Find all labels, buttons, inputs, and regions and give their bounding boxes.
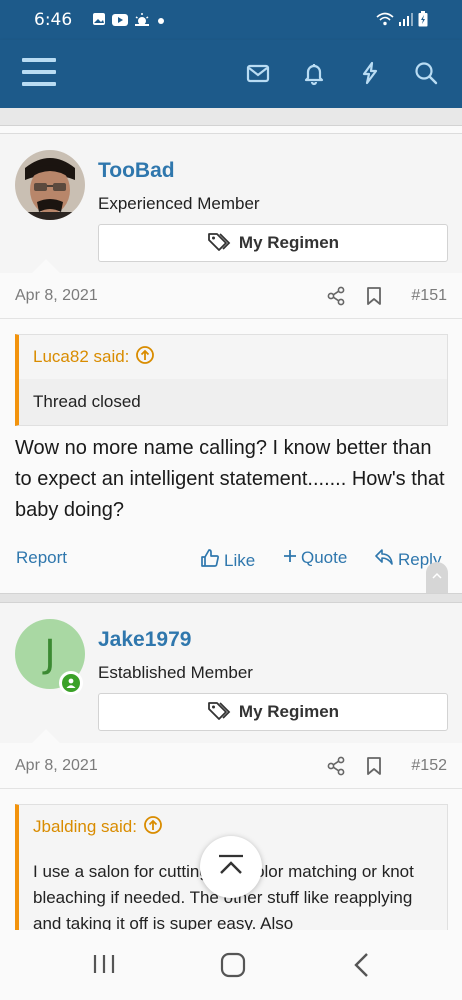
quote-button[interactable]: Quote [283,548,347,568]
username[interactable]: Jake1979 [98,628,191,652]
menu-icon[interactable] [22,58,56,88]
user-arrow [32,729,60,743]
quote-author[interactable]: Jbalding said: [33,817,137,837]
tags-icon [207,231,231,256]
share-icon[interactable] [327,286,345,311]
dot-icon [156,13,166,31]
post-divider [0,593,462,603]
app-screen: 6:46 TooBad Experienced Member My Regime… [0,0,462,1000]
avatar[interactable]: J [15,619,85,695]
avatar[interactable] [15,150,85,220]
quote-text: Thread closed [19,379,447,425]
youtube-icon [112,13,128,31]
post-actions: Report Like Quote Reply [0,540,462,580]
user-arrow [32,259,60,273]
home-icon[interactable] [220,952,246,983]
post-number[interactable]: #152 [411,757,447,775]
expand-quote-icon[interactable] [135,345,155,370]
status-system-icons [376,11,428,32]
gallery-icon [92,12,106,31]
quote-header[interactable]: Luca82 said: [19,335,447,379]
online-status-icon [59,671,83,695]
reply-icon [374,548,394,571]
like-button[interactable]: Like [200,548,255,573]
report-link[interactable]: Report [16,548,67,568]
weather-icon [134,12,150,31]
username[interactable]: TooBad [98,159,175,183]
bell-icon[interactable] [301,60,327,86]
my-regimen-button[interactable]: My Regimen [98,693,448,731]
like-label: Like [224,550,256,570]
post-user-block: J Jake1979 Established Member My Regimen [0,603,462,743]
top-toolbar [0,40,462,108]
quote-author[interactable]: Luca82 said: [33,347,129,367]
bookmark-icon[interactable] [366,756,382,781]
post-user-block: TooBad Experienced Member My Regimen [0,133,462,273]
search-icon[interactable] [413,60,439,86]
thread-content[interactable]: TooBad Experienced Member My Regimen Apr… [0,108,462,930]
my-regimen-label: My Regimen [238,233,340,252]
wifi-icon [376,12,394,31]
post-meta: Apr 8, 2021 #151 [0,273,462,319]
signal-icon [399,12,413,31]
post-date[interactable]: Apr 8, 2021 [15,757,98,775]
scroll-to-top-button[interactable] [200,836,262,898]
post-meta: Apr 8, 2021 #152 [0,743,462,789]
bookmark-icon[interactable] [366,286,382,311]
bolt-icon[interactable] [357,60,383,86]
plus-icon [283,548,297,568]
system-navigation-bar [0,930,462,1000]
my-regimen-label: My Regimen [238,702,340,721]
status-time: 6:46 [34,10,73,30]
status-bar: 6:46 [0,0,462,40]
recent-apps-icon[interactable] [92,952,116,981]
previous-post-divider [0,108,462,126]
share-icon[interactable] [327,756,345,781]
envelope-icon[interactable] [245,60,271,86]
battery-icon [418,11,428,32]
post-date[interactable]: Apr 8, 2021 [15,287,98,305]
chevron-up-icon [216,853,246,882]
status-notification-icons [92,12,166,31]
post-message: Wow no more name calling? I know better … [15,437,445,521]
expand-quote-icon[interactable] [143,815,163,840]
tags-icon [207,700,231,725]
thumbs-up-icon [200,548,220,573]
user-title: Established Member [98,663,253,682]
quote-block: Luca82 said: Thread closed [15,334,448,426]
post-number[interactable]: #151 [411,287,447,305]
user-title: Experienced Member [98,194,260,213]
my-regimen-button[interactable]: My Regimen [98,224,448,262]
avatar-letter: J [44,632,56,676]
quote-label: Quote [301,548,348,567]
back-icon[interactable] [352,952,372,983]
